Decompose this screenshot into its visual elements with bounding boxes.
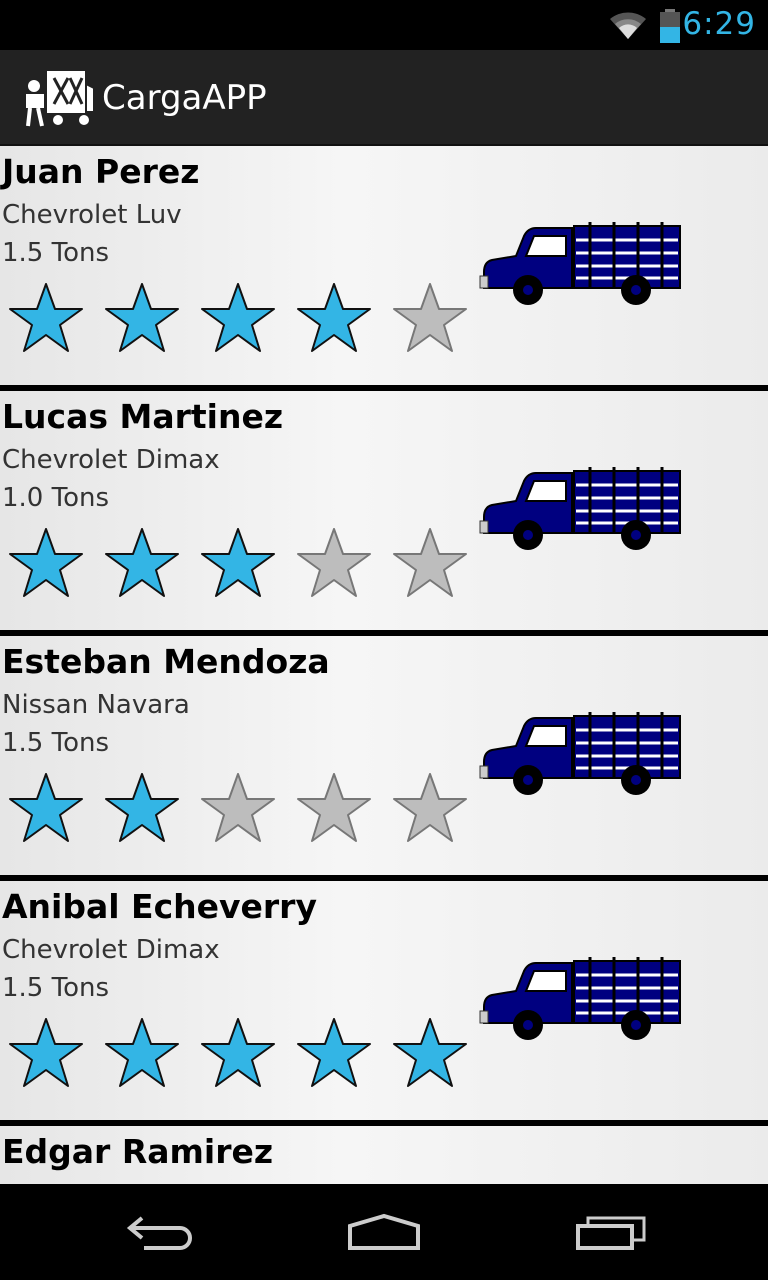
list-item[interactable]: Anibal Echeverry Chevrolet Dimax 1.5 Ton… (0, 881, 768, 1120)
driver-name: Edgar Ramirez (2, 1132, 274, 1171)
star-filled-icon (105, 773, 179, 842)
list-item[interactable]: Juan Perez Chevrolet Luv 1.5 Tons (0, 146, 768, 385)
list-item[interactable]: Lucas Martinez Chevrolet Dimax 1.0 Tons (0, 391, 768, 630)
moving-truck-logo-icon[interactable] (24, 64, 96, 130)
star-empty-icon (393, 283, 467, 352)
star-empty-icon (393, 528, 467, 597)
driver-name: Juan Perez (2, 152, 200, 191)
star-filled-icon (105, 1018, 179, 1087)
star-empty-icon (201, 773, 275, 842)
driver-name: Anibal Echeverry (2, 887, 317, 926)
vehicle-model: Chevrolet Luv (2, 200, 182, 230)
rating-stars (8, 282, 468, 354)
star-empty-icon (393, 773, 467, 842)
star-empty-icon (297, 773, 371, 842)
app-title: CargaAPP (102, 78, 267, 118)
status-bar: 6:29 (0, 0, 768, 50)
battery-icon (660, 9, 680, 43)
star-filled-icon (9, 773, 83, 842)
load-capacity: 1.0 Tons (2, 483, 110, 513)
vehicle-model: Chevrolet Dimax (2, 935, 220, 965)
list-item[interactable]: Esteban Mendoza Nissan Navara 1.5 Tons (0, 636, 768, 875)
star-filled-icon (105, 283, 179, 352)
star-filled-icon (297, 283, 371, 352)
driver-name: Lucas Martinez (2, 397, 284, 436)
star-filled-icon (9, 283, 83, 352)
list-item[interactable]: Edgar Ramirez (0, 1126, 768, 1184)
vehicle-model: Chevrolet Dimax (2, 445, 220, 475)
star-filled-icon (105, 528, 179, 597)
rating-stars (8, 527, 468, 599)
recent-apps-icon[interactable] (574, 1212, 648, 1252)
star-empty-icon (297, 528, 371, 597)
driver-name: Esteban Mendoza (2, 642, 330, 681)
star-filled-icon (201, 1018, 275, 1087)
load-capacity: 1.5 Tons (2, 973, 110, 1003)
star-filled-icon (393, 1018, 467, 1087)
star-filled-icon (9, 1018, 83, 1087)
truck-icon (478, 465, 682, 552)
rating-stars (8, 1017, 468, 1089)
navigation-bar (0, 1184, 768, 1280)
clock: 6:29 (682, 6, 756, 42)
home-icon[interactable] (346, 1212, 422, 1252)
wifi-icon (610, 12, 646, 39)
truck-icon (478, 710, 682, 797)
driver-list[interactable]: Juan Perez Chevrolet Luv 1.5 Tons Lucas … (0, 146, 768, 1184)
back-icon[interactable] (124, 1212, 196, 1252)
truck-icon (478, 220, 682, 307)
action-bar: CargaAPP (0, 50, 768, 146)
star-filled-icon (201, 528, 275, 597)
rating-stars (8, 772, 468, 844)
star-filled-icon (201, 283, 275, 352)
load-capacity: 1.5 Tons (2, 728, 110, 758)
star-filled-icon (297, 1018, 371, 1087)
star-filled-icon (9, 528, 83, 597)
vehicle-model: Nissan Navara (2, 690, 190, 720)
truck-icon (478, 955, 682, 1042)
load-capacity: 1.5 Tons (2, 238, 110, 268)
